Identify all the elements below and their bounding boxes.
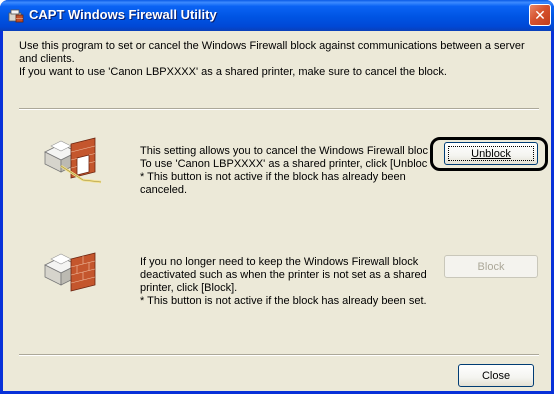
- intro-text: Use this program to set or cancel the Wi…: [19, 40, 539, 79]
- block-text-line: If you no longer need to keep the Window…: [140, 256, 419, 268]
- block-text-line: printer, click [Block].: [140, 282, 238, 294]
- intro-line: and clients.: [19, 53, 75, 65]
- firewall-utility-window: CAPT Windows Firewall Utility ✕ Use this…: [0, 0, 554, 394]
- unblock-text-line: canceled.: [140, 184, 188, 196]
- bottom-separator: [19, 354, 539, 356]
- block-description: If you no longer need to keep the Window…: [140, 256, 440, 308]
- block-button[interactable]: Block: [444, 255, 538, 278]
- printer-firewall-blocked-icon: [44, 252, 96, 292]
- close-button-label: Close: [481, 369, 511, 382]
- printer-firewall-unblocked-icon: [44, 137, 102, 184]
- capt-app-icon: [8, 9, 24, 23]
- unblock-text-line: * This button is not active if the block…: [140, 171, 406, 183]
- unblock-text-line: This setting allows you to cancel the Wi…: [140, 145, 428, 157]
- block-text-line: * This button is not active if the block…: [140, 295, 427, 307]
- block-text-line: deactivated such as when the printer is …: [140, 269, 427, 281]
- close-window-button[interactable]: ✕: [529, 4, 551, 26]
- block-button-label: Block: [477, 260, 505, 273]
- window-title: CAPT Windows Firewall Utility: [29, 7, 217, 22]
- close-icon: ✕: [534, 7, 546, 23]
- highlight-ring: [430, 137, 548, 171]
- top-separator: [19, 108, 539, 110]
- intro-line: If you want to use 'Canon LBPXXXX' as a …: [19, 66, 447, 78]
- unblock-description: This setting allows you to cancel the Wi…: [140, 145, 428, 197]
- unblock-text-line: To use 'Canon LBPXXXX' as a shared print…: [140, 158, 428, 170]
- intro-line: Use this program to set or cancel the Wi…: [19, 40, 525, 52]
- title-bar[interactable]: CAPT Windows Firewall Utility ✕: [0, 0, 554, 31]
- close-button[interactable]: Close: [458, 364, 534, 387]
